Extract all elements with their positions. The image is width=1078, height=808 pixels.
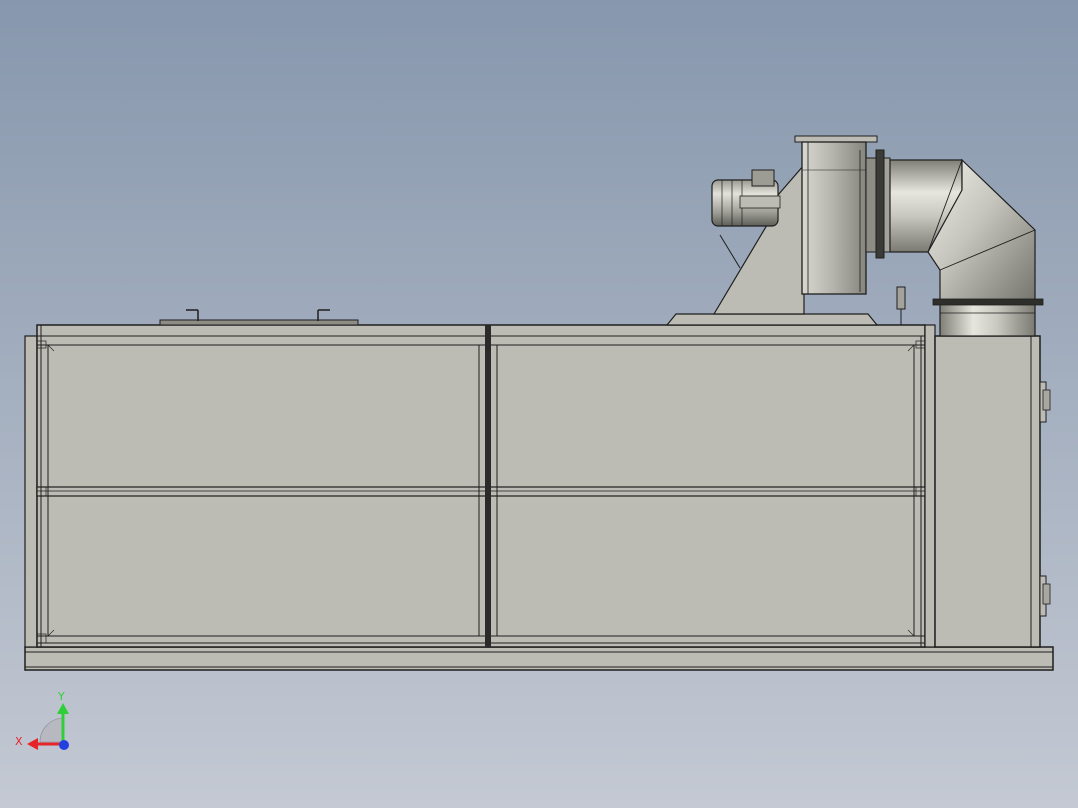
x-axis-label: X bbox=[15, 735, 23, 748]
model-drawing: Y X bbox=[15, 135, 1054, 750]
side-cabinet bbox=[924, 324, 1051, 648]
axis-triad: Y X bbox=[15, 690, 69, 750]
base-rail bbox=[24, 646, 1054, 671]
y-axis-label: Y bbox=[57, 690, 65, 703]
enclosure-body bbox=[24, 324, 926, 648]
centrifugal-fan bbox=[794, 135, 878, 295]
duct-elbow bbox=[865, 149, 1044, 337]
top-access-hatch bbox=[159, 309, 359, 326]
cad-viewport[interactable]: Y X bbox=[0, 0, 1078, 808]
latch-upper bbox=[1039, 381, 1051, 423]
latch-lower bbox=[1039, 575, 1051, 617]
fan-motor bbox=[711, 169, 781, 227]
